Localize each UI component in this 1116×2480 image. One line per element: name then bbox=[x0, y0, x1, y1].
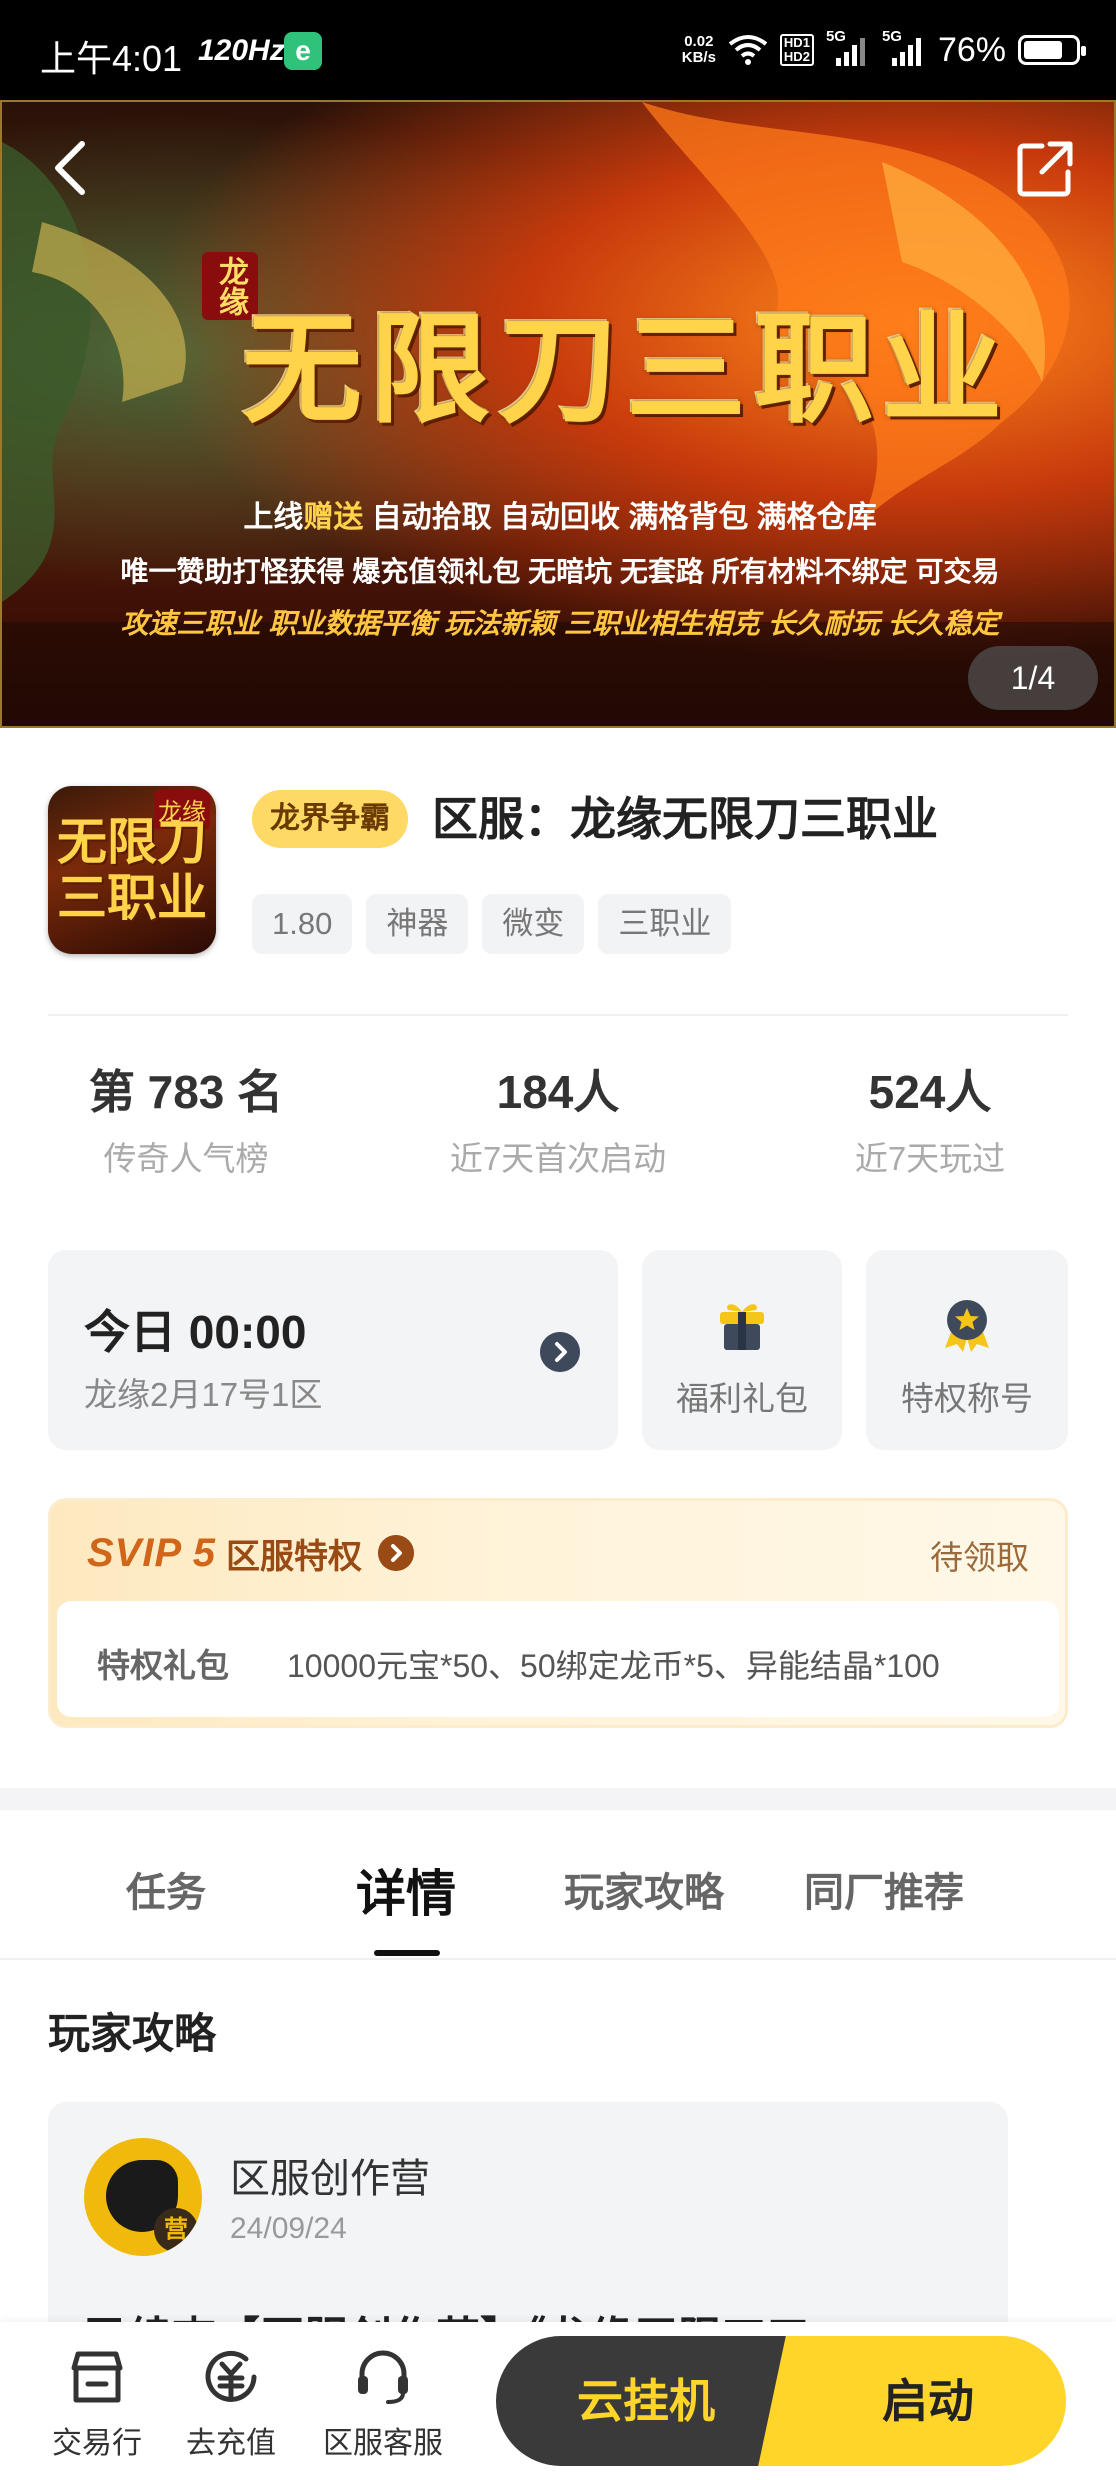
net-speed-value: 0.02 bbox=[684, 33, 714, 50]
status-time: 上午4:01 bbox=[40, 38, 183, 79]
banner-line-1: 上线赠送 自动拾取 自动回收 满格背包 满格仓库 bbox=[2, 492, 1114, 536]
detail-tabs: 任务 详情 玩家攻略 同厂推荐 bbox=[0, 1810, 1116, 1960]
trade-label: 交易行 bbox=[52, 2427, 142, 2460]
stat-played-value: 524人 bbox=[868, 1066, 992, 1118]
status-right: 0.02 KB/s HD1 HD2 5G 5G 76% bbox=[682, 28, 1086, 72]
section-title-part-a: 玩家 bbox=[48, 2010, 133, 2057]
hd-icon: HD1 HD2 bbox=[779, 34, 814, 66]
wifi-icon bbox=[728, 35, 768, 65]
stat-played: 524人 近7天玩过 bbox=[744, 1060, 1116, 1180]
headset-icon bbox=[358, 2350, 408, 2404]
recharge-label: 去充值 bbox=[186, 2427, 276, 2460]
share-icon[interactable] bbox=[1016, 140, 1074, 198]
avatar-seal: 营 bbox=[154, 2208, 198, 2252]
server-name: 龙缘2月17号1区 bbox=[84, 1376, 323, 1413]
support-button[interactable]: 区服客服 bbox=[308, 2346, 458, 2462]
game-tag[interactable]: 神器 bbox=[366, 894, 469, 954]
gift-icon bbox=[720, 1304, 764, 1350]
app-notification-icon: e bbox=[284, 32, 322, 70]
privilege-title-label: 特权称号 bbox=[901, 1380, 1033, 1417]
chevron-right-icon bbox=[378, 1535, 415, 1571]
battery-percent: 76% bbox=[937, 30, 1006, 69]
stat-first-launch-label: 近7天首次启动 bbox=[449, 1140, 667, 1177]
post-date: 24/09/24 bbox=[230, 2212, 347, 2245]
privilege-title-card[interactable]: 特权称号 bbox=[866, 1250, 1068, 1450]
chevron-right-icon bbox=[540, 1332, 580, 1372]
tab-details[interactable]: 详情 bbox=[356, 1854, 456, 1926]
stat-rank[interactable]: 第 783 名 传奇人气榜 bbox=[0, 1060, 372, 1180]
banner-page-counter: 1/4 bbox=[968, 646, 1098, 710]
game-tag[interactable]: 三职业 bbox=[598, 894, 732, 954]
svip-header[interactable]: SVIP 5 区服特权 bbox=[87, 1523, 415, 1583]
stat-rank-value: 第 783 名 bbox=[88, 1066, 284, 1118]
divider bbox=[48, 1014, 1068, 1016]
category-tag[interactable]: 龙界争霸 bbox=[252, 790, 408, 848]
svip-title: 区服特权 bbox=[226, 1537, 363, 1576]
medal-icon bbox=[945, 1300, 989, 1352]
game-tag[interactable]: 微变 bbox=[482, 894, 585, 954]
banner-line-3: 攻速三职业 职业数据平衡 玩法新颖 三职业相生相克 长久耐玩 长久稳定 bbox=[120, 608, 1000, 639]
shop-icon bbox=[71, 2351, 123, 2403]
trade-button[interactable]: 交易行 bbox=[22, 2346, 172, 2462]
tab-active-indicator bbox=[374, 1950, 440, 1956]
svip-gift-key: 特权礼包 bbox=[97, 1647, 229, 1684]
banner-title: 无限刀三职业 bbox=[242, 299, 1010, 440]
stat-first-launch: 184人 近7天首次启动 bbox=[372, 1060, 744, 1180]
section-title-part-b: 攻略 bbox=[132, 2000, 217, 2061]
tab-player-guides[interactable]: 玩家攻略 bbox=[564, 1860, 724, 1918]
stat-first-launch-value: 184人 bbox=[496, 1066, 620, 1118]
banner-line-1-highlight: 赠送 bbox=[303, 501, 364, 534]
currency-icon bbox=[205, 2350, 257, 2402]
svip-gift-desc: 10000元宝*50、50绑定龙币*5、异能结晶*100 bbox=[287, 1648, 940, 1684]
game-tag[interactable]: 1.80 bbox=[252, 894, 353, 954]
avatar[interactable]: 营 bbox=[84, 2138, 202, 2256]
net-speed-unit: KB/s bbox=[681, 49, 716, 66]
tab-same-studio[interactable]: 同厂推荐 bbox=[804, 1860, 964, 1918]
hd2-label: HD2 bbox=[783, 49, 810, 64]
stat-played-label: 近7天玩过 bbox=[854, 1140, 1006, 1177]
svip-logo: SVIP 5 bbox=[87, 1530, 217, 1575]
server-open-time: 今日 00:00 bbox=[84, 1306, 307, 1358]
signal-icon-1: 5G bbox=[826, 28, 870, 68]
gift-pack-label: 福利礼包 bbox=[676, 1380, 808, 1417]
svip-body: 特权礼包 10000元宝*50、50绑定龙币*5、异能结晶*100 bbox=[57, 1601, 1059, 1717]
banner-line-1-rest: 自动拾取 自动回收 满格背包 满格仓库 bbox=[363, 501, 877, 534]
hero-banner[interactable]: 龙缘 无限刀三职业 上线赠送 自动拾取 自动回收 满格背包 满格仓库 唯一赞助打… bbox=[0, 100, 1116, 728]
tab-tasks[interactable]: 任务 bbox=[126, 1860, 206, 1918]
svip-privilege-panel[interactable]: SVIP 5 区服特权 待领取 特权礼包 10000元宝*50、50绑定龙币*5… bbox=[48, 1498, 1068, 1728]
cloud-hangup-button[interactable]: 云挂机 bbox=[496, 2336, 796, 2466]
game-icon-text: 无限刀三职业 bbox=[57, 812, 207, 927]
gift-pack-card[interactable]: 福利礼包 bbox=[642, 1250, 842, 1450]
stat-rank-label: 传奇人气榜 bbox=[103, 1140, 269, 1177]
stats-row: 第 783 名 传奇人气榜 184人 近7天首次启动 524人 近7天玩过 bbox=[0, 1060, 1116, 1180]
svip-claim-status[interactable]: 待领取 bbox=[930, 1531, 1029, 1579]
status-bar: 上午4:01 120Hz e 0.02 KB/s HD1 HD2 5G 5G 7… bbox=[0, 0, 1116, 100]
game-icon[interactable]: 龙缘 无限刀三职业 bbox=[48, 786, 216, 954]
refresh-rate: 120Hz bbox=[198, 34, 285, 67]
server-card[interactable]: 今日 00:00 龙缘2月17号1区 bbox=[48, 1250, 618, 1450]
hd1-label: HD1 bbox=[783, 35, 810, 50]
banner-line-2: 唯一赞助打怪获得 爆充值领礼包 无暗坑 无套路 所有材料不绑定 可交易 bbox=[120, 556, 1000, 587]
post-author[interactable]: 区服创作营 bbox=[230, 2146, 430, 2204]
net-speed: 0.02 KB/s bbox=[682, 34, 716, 66]
start-button[interactable]: 启动 bbox=[790, 2336, 1066, 2466]
support-label: 区服客服 bbox=[323, 2427, 443, 2460]
battery-icon bbox=[1018, 35, 1086, 65]
game-tags: 1.80 神器 微变 三职业 bbox=[252, 894, 732, 954]
section-separator bbox=[0, 1788, 1116, 1810]
signal-icon-2: 5G bbox=[882, 28, 926, 68]
recharge-button[interactable]: 去充值 bbox=[156, 2346, 306, 2462]
banner-line-1-prefix: 上线 bbox=[243, 501, 304, 534]
section-title-guides: 玩家攻略 bbox=[48, 2000, 217, 2061]
back-arrow-icon[interactable] bbox=[46, 138, 96, 198]
game-title: 区服：龙缘无限刀三职业 bbox=[432, 793, 938, 845]
